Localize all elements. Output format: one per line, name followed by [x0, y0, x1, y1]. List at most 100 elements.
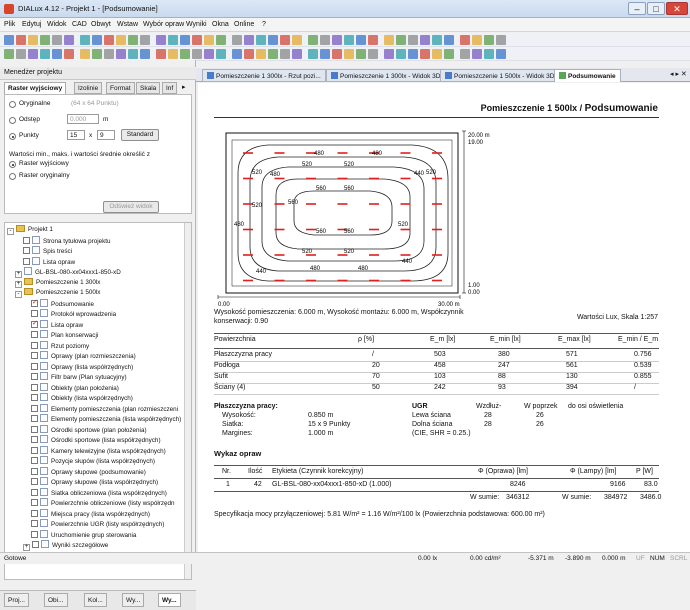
raster-output-radio[interactable]	[9, 161, 16, 168]
tree-item[interactable]: + Pomieszczenie 1 300lx	[15, 277, 100, 288]
toolbar-button-icon[interactable]	[420, 49, 430, 59]
tree-item[interactable]: Miejsca pracy (lista współrzędnych)	[31, 508, 150, 519]
toolbar-button-icon[interactable]	[484, 49, 494, 59]
tree-checkbox[interactable]	[31, 478, 38, 485]
toolbar-button-icon[interactable]	[244, 49, 254, 59]
tree-checkbox[interactable]	[31, 310, 38, 317]
toolbar-button-icon[interactable]	[116, 35, 126, 45]
toolbar-button-icon[interactable]	[320, 49, 330, 59]
tree-item[interactable]: Elementy pomieszczenia (plan rozmieszcze…	[31, 403, 178, 414]
toolbar-button-icon[interactable]	[432, 35, 442, 45]
tree-checkbox[interactable]	[31, 319, 38, 329]
toolbar-button-icon[interactable]	[140, 35, 150, 45]
tab-luminaire-selection[interactable]: Wy...	[122, 593, 145, 607]
tree-checkbox[interactable]	[31, 298, 38, 308]
toolbar-button-icon[interactable]	[396, 49, 406, 59]
menu-cad[interactable]: CAD	[72, 21, 87, 28]
toolbar-button-icon[interactable]	[268, 49, 278, 59]
toolbar-button-icon[interactable]	[408, 35, 418, 45]
toolbar-button-icon[interactable]	[332, 35, 342, 45]
tree-item[interactable]: Strona tytułowa projektu	[23, 235, 111, 246]
toolbar-button-icon[interactable]	[344, 35, 354, 45]
toolbar-button-icon[interactable]	[268, 35, 278, 45]
tree-checkbox[interactable]	[31, 331, 38, 338]
toolbar-button-icon[interactable]	[80, 49, 90, 59]
tree-item[interactable]: + GL-BSL-080-xx04xxx1-850-xD	[15, 267, 121, 278]
toolbar-button-icon[interactable]	[460, 35, 470, 45]
menu-help[interactable]: ?	[262, 21, 266, 28]
toolbar-button-icon[interactable]	[216, 49, 226, 59]
tree-checkbox[interactable]	[31, 457, 38, 464]
doc-tab-300lx-plan[interactable]: Pomieszczenie 1 300lx - Rzut pozi...	[202, 69, 326, 82]
tree-item[interactable]: Uruchomienie grup sterowania	[31, 529, 136, 540]
toolbar-button-icon[interactable]	[128, 35, 138, 45]
toolbar-button-icon[interactable]	[280, 35, 290, 45]
tree-checkbox[interactable]	[31, 352, 38, 359]
tree-checkbox[interactable]	[31, 415, 38, 422]
tree-item[interactable]: Rzut poziomy	[31, 340, 89, 351]
tab-objects[interactable]: Obi...	[44, 593, 68, 607]
tab-info[interactable]: Inf	[162, 82, 178, 94]
tab-output-raster[interactable]: Raster wyjściowy	[4, 82, 67, 94]
maximize-button[interactable]: □	[647, 2, 665, 15]
toolbar-button-icon[interactable]	[16, 49, 26, 59]
original-radio[interactable]	[9, 101, 16, 108]
close-button[interactable]: ✕	[666, 2, 688, 15]
toolbar-button-icon[interactable]	[232, 35, 242, 45]
toolbar-button-icon[interactable]	[104, 49, 114, 59]
toolbar-button-icon[interactable]	[460, 49, 470, 59]
tree-item[interactable]: Lista opraw	[23, 256, 75, 267]
tree-expand-icon[interactable]: +	[15, 280, 22, 288]
toolbar-button-icon[interactable]	[204, 35, 214, 45]
toolbar-button-icon[interactable]	[156, 35, 166, 45]
tree-checkbox[interactable]	[31, 404, 38, 412]
doc-tabs-scroll-icon[interactable]: ◂ ▸ ✕	[670, 70, 687, 78]
standard-button[interactable]: Standard	[121, 129, 159, 141]
tree-checkbox[interactable]	[31, 425, 38, 433]
tree-expand-icon[interactable]: +	[23, 544, 30, 551]
toolbar-button-icon[interactable]	[52, 35, 62, 45]
tree-checkbox[interactable]	[23, 236, 30, 244]
raster-original-radio[interactable]	[9, 173, 16, 180]
points-radio[interactable]	[9, 133, 16, 140]
toolbar-button-icon[interactable]	[28, 35, 38, 45]
toolbar-button-icon[interactable]	[384, 49, 394, 59]
toolbar-button-icon[interactable]	[80, 35, 90, 45]
tree-checkbox[interactable]	[31, 394, 38, 401]
tree-expand-icon[interactable]: -	[7, 228, 14, 235]
tree-checkbox[interactable]	[31, 362, 38, 370]
minimize-button[interactable]: –	[628, 2, 646, 15]
tree-scrollbar[interactable]	[184, 223, 191, 579]
tab-colors[interactable]: Kol...	[84, 593, 107, 607]
toolbar-button-icon[interactable]	[408, 49, 418, 59]
toolbar-button-icon[interactable]	[308, 35, 318, 45]
tree-item[interactable]: Obiekty (lista współrzędnych)	[31, 393, 133, 403]
toolbar-button-icon[interactable]	[140, 49, 150, 59]
tree-item[interactable]: Plan konserwacji	[31, 330, 98, 340]
toolbar-button-icon[interactable]	[472, 49, 482, 59]
tree-item[interactable]: Powierzchnie UGR (listy współrzędnych)	[31, 519, 164, 529]
toolbar-button-icon[interactable]	[128, 49, 138, 59]
tree-item[interactable]: Spis treści	[23, 246, 72, 256]
toolbar-button-icon[interactable]	[4, 49, 14, 59]
toolbar-button-icon[interactable]	[192, 49, 202, 59]
tree-item[interactable]: Filtr barw (Plan sytuacyjny)	[31, 372, 127, 382]
toolbar-button-icon[interactable]	[344, 49, 354, 59]
tree-item[interactable]: Obiekty (plan położenia)	[31, 382, 119, 393]
tree-checkbox[interactable]	[31, 436, 38, 443]
tree-item[interactable]: Oprawy (lista współrzędnych)	[31, 361, 133, 372]
toolbar-button-icon[interactable]	[308, 49, 318, 59]
toolbar-button-icon[interactable]	[420, 35, 430, 45]
tab-project[interactable]: Proj...	[4, 593, 29, 607]
tree-item[interactable]: - Projekt 1	[7, 225, 53, 235]
tree-item[interactable]: Oprawy (plan rozmieszczenia)	[31, 351, 136, 361]
toolbar-button-icon[interactable]	[292, 49, 302, 59]
menu-file[interactable]: Plik	[4, 21, 15, 28]
toolbar-button-icon[interactable]	[256, 35, 266, 45]
tree-item[interactable]: Kamery telewizyjne (lista współrzędnych)	[31, 445, 166, 456]
tree-item[interactable]: Ośrodki sportowe (plan położenia)	[31, 424, 147, 435]
toolbar-button-icon[interactable]	[484, 35, 494, 45]
tree-item[interactable]: Protokół wprowadzenia	[31, 309, 116, 319]
toolbar-button-icon[interactable]	[368, 35, 378, 45]
doc-tab-summary[interactable]: Podsumowanie	[554, 69, 621, 82]
